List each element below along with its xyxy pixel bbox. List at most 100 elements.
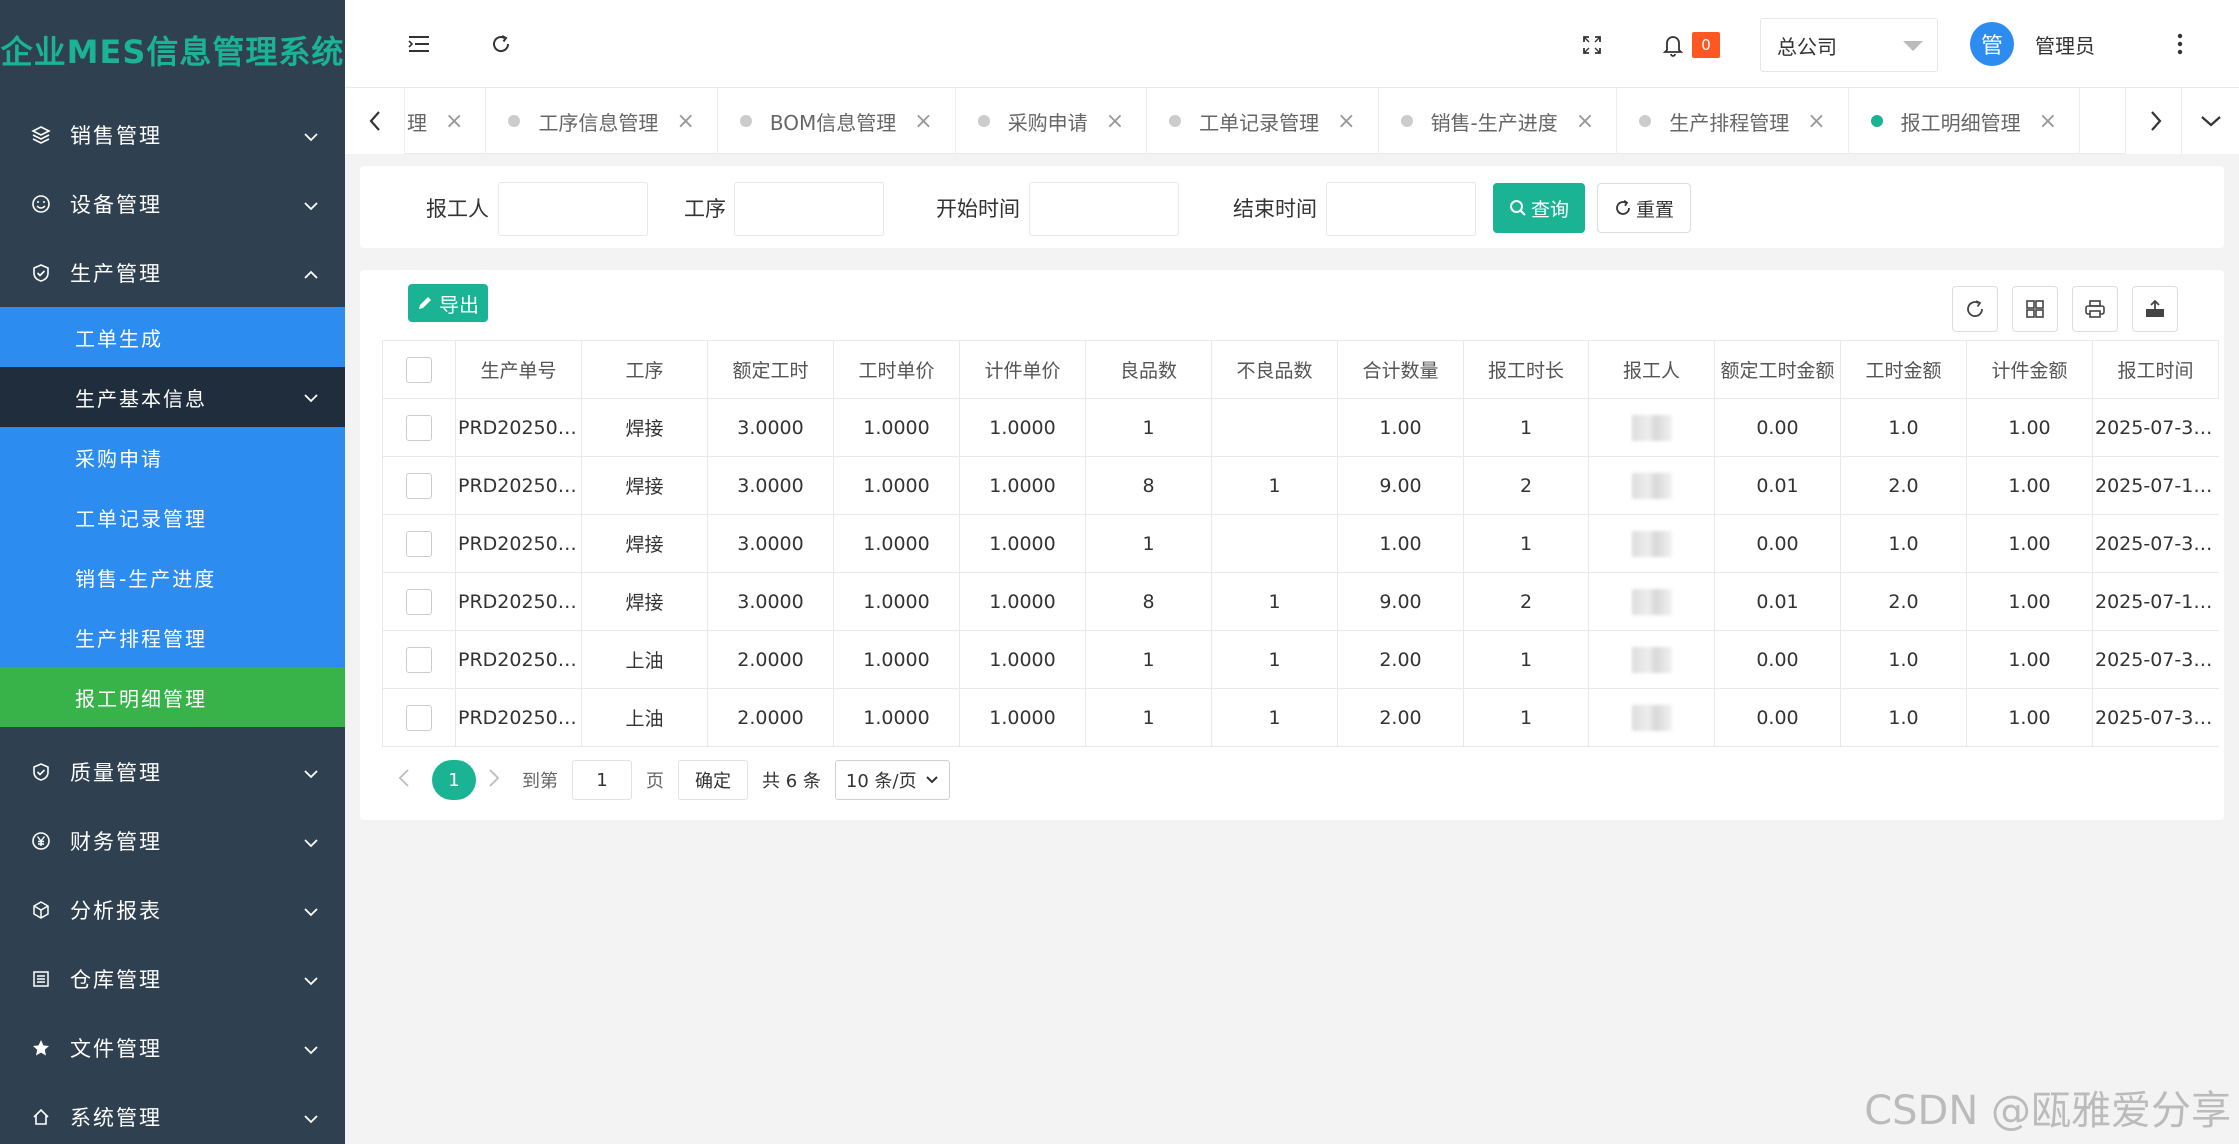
row-checkbox[interactable] [406,472,432,499]
row-checkbox[interactable] [406,414,432,441]
tabs-scroll-right-icon[interactable] [2125,88,2185,154]
next-page-icon[interactable] [488,768,500,793]
close-icon[interactable]: × [1337,109,1355,134]
fullscreen-icon[interactable] [1577,30,1607,60]
tab-production-scheduling[interactable]: 生产排程管理 × [1617,88,1849,154]
row-checkbox[interactable] [406,588,432,615]
close-icon[interactable]: × [1106,109,1124,134]
sidebar-item-files[interactable]: 文件管理 [0,1013,345,1082]
column-header[interactable]: 合计数量 [1337,340,1464,399]
tab-partial[interactable]: 理 × [405,88,487,154]
sidebar-subitem-production-scheduling[interactable]: 生产排程管理 [0,607,345,667]
avatar[interactable]: 管 [1970,22,2014,66]
prev-page-icon[interactable] [398,768,410,793]
row-select-cell[interactable] [382,572,456,631]
username[interactable]: 管理员 [2035,30,2095,59]
close-icon[interactable]: × [1807,109,1825,134]
table-row[interactable]: PRD20250… 焊接 3.0000 1.0000 1.0000 8 1 9.… [382,572,2219,631]
tab-work-order-records[interactable]: 工单记录管理 × [1147,88,1379,154]
sidebar-item-reports[interactable]: 分析报表 [0,875,345,944]
tab-bom-info[interactable]: BOM信息管理 × [718,88,956,154]
column-header[interactable]: 工时金额 [1840,340,1967,399]
end-time-input[interactable] [1326,182,1476,236]
table-row[interactable]: PRD20250… 上油 2.0000 1.0000 1.0000 1 1 2.… [382,630,2219,689]
query-button[interactable]: 查询 [1493,183,1585,233]
refresh-icon[interactable] [485,28,517,60]
print-button[interactable] [2072,286,2118,332]
column-header[interactable]: 额定工时 [707,340,834,399]
column-header[interactable]: 报工时长 [1463,340,1589,399]
sidebar-subitem-work-order-create[interactable]: 工单生成 [0,307,345,367]
close-icon[interactable]: × [914,109,932,134]
row-select-cell[interactable] [382,630,456,689]
sidebar-subitem-production-basic-info[interactable]: 生产基本信息 [0,367,345,427]
select-all-checkbox[interactable] [406,356,432,383]
export-data-button[interactable] [2132,286,2178,332]
reset-button[interactable]: 重置 [1597,183,1691,233]
column-header[interactable]: 报工人 [1588,340,1715,399]
column-header[interactable]: 工时单价 [833,340,960,399]
page-size-select[interactable]: 10 条/页 [834,760,950,800]
row-checkbox[interactable] [406,646,432,673]
reporter-input[interactable] [498,182,648,236]
more-vertical-icon[interactable] [2165,28,2195,60]
company-select[interactable]: 总公司 [1760,18,1938,72]
tab-work-report-details[interactable]: 报工明细管理 × [1849,88,2081,154]
start-time-input[interactable] [1029,182,1179,236]
column-header[interactable]: 报工时间 [2092,340,2219,399]
export-button[interactable]: 导出 [408,284,488,322]
table-cell: 2.0 [1840,456,1967,515]
close-icon[interactable]: × [676,109,694,134]
sidebar-item-finance[interactable]: 财务管理 [0,806,345,875]
column-header[interactable]: 额定工时金额 [1714,340,1841,399]
bell-icon[interactable] [1658,30,1688,60]
close-icon[interactable]: × [1576,109,1594,134]
sidebar-item-quality[interactable]: 质量管理 [0,737,345,806]
sidebar-item-system[interactable]: 系统管理 [0,1082,345,1144]
tabs-menu-chevron-down-icon[interactable] [2181,88,2239,154]
sidebar-item-warehouse[interactable]: 仓库管理 [0,944,345,1013]
column-header[interactable]: 生产单号 [455,340,582,399]
process-input[interactable] [734,182,884,236]
sidebar-subitem-sales-progress[interactable]: 销售-生产进度 [0,547,345,607]
table-row[interactable]: PRD20250… 焊接 3.0000 1.0000 1.0000 8 1 9.… [382,456,2219,515]
tab-process-info[interactable]: 工序信息管理 × [486,88,718,154]
column-header[interactable]: 良品数 [1085,340,1212,399]
sidebar-item-production[interactable]: 生产管理 [0,238,345,307]
row-select-cell[interactable] [382,688,456,747]
table-cell: 上油 [581,688,708,747]
table-cell: 焊接 [581,398,708,457]
column-header[interactable]: 计件金额 [1966,340,2093,399]
sidebar-subitem-work-order-records[interactable]: 工单记录管理 [0,487,345,547]
column-header[interactable]: 不良品数 [1211,340,1338,399]
menu-toggle-icon[interactable] [403,28,435,60]
close-icon[interactable]: × [2039,109,2057,134]
row-checkbox[interactable] [406,704,432,731]
column-header[interactable]: 工序 [581,340,708,399]
goto-page-input[interactable]: 1 [572,760,632,800]
sidebar-subitem-purchase-request[interactable]: 采购申请 [0,427,345,487]
tab-purchase-request[interactable]: 采购申请 × [956,88,1148,154]
sidebar-item-sales[interactable]: 销售管理 [0,100,345,169]
select-all-cell[interactable] [382,340,456,399]
tabs-scroll-left-icon[interactable] [345,88,405,154]
refresh-table-button[interactable] [1952,286,1998,332]
sidebar-item-equipment[interactable]: 设备管理 [0,169,345,238]
sidebar-subitem-work-report-details[interactable]: 报工明细管理 [0,667,345,727]
tab-sales-progress[interactable]: 销售-生产进度 × [1379,88,1618,154]
table-row[interactable]: PRD20250… 焊接 3.0000 1.0000 1.0000 1 1.00… [382,398,2219,457]
row-select-cell[interactable] [382,514,456,573]
goto-confirm-button[interactable]: 确定 [678,760,748,800]
column-header[interactable]: 计件单价 [959,340,1086,399]
watermark: CSDN @瓯雅爱分享 [1864,1088,2231,1134]
page-number-current[interactable]: 1 [432,760,476,800]
row-checkbox[interactable] [406,530,432,557]
row-select-cell[interactable] [382,398,456,457]
table-cell: 2.00 [1337,630,1464,689]
row-select-cell[interactable] [382,456,456,515]
table-cell: 焊接 [581,456,708,515]
table-row[interactable]: PRD20250… 上油 2.0000 1.0000 1.0000 1 1 2.… [382,688,2219,747]
columns-button[interactable] [2012,286,2058,332]
table-row[interactable]: PRD20250… 焊接 3.0000 1.0000 1.0000 1 1.00… [382,514,2219,573]
close-icon[interactable]: × [445,109,463,134]
